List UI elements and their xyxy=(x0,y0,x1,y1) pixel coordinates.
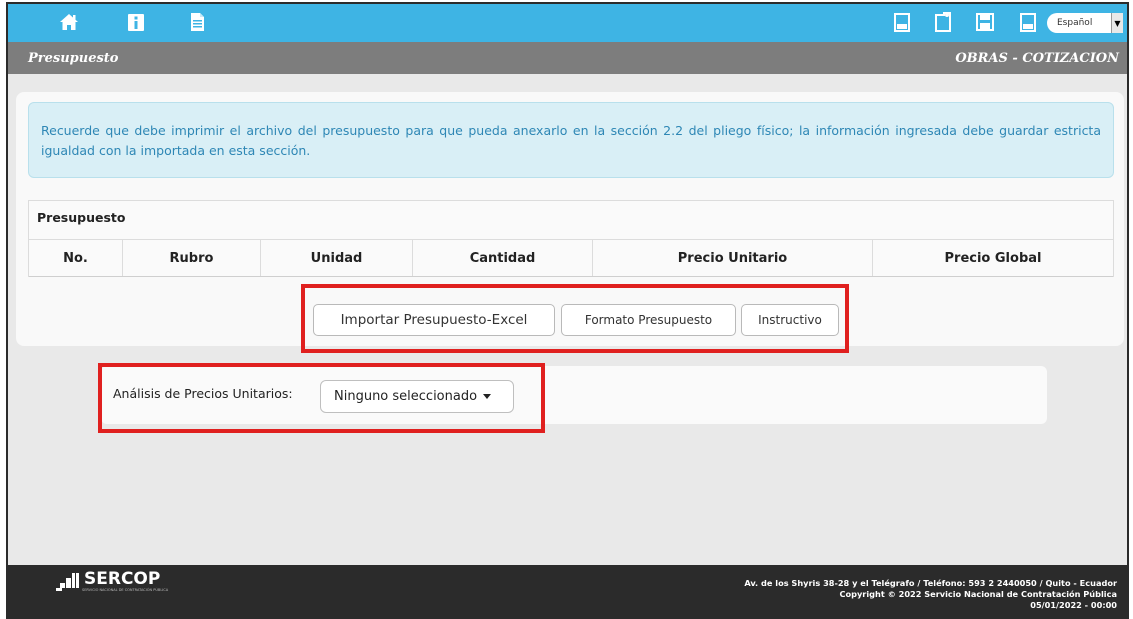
column-header: No. xyxy=(29,240,123,276)
save-icon[interactable] xyxy=(974,11,996,33)
table-title: Presupuesto xyxy=(37,210,126,225)
footer-copyright: Copyright © 2022 Servicio Nacional de Co… xyxy=(839,589,1117,599)
sercop-logo-icon xyxy=(56,573,79,591)
column-header: Rubro xyxy=(123,240,261,276)
section-title: Presupuesto xyxy=(28,51,119,66)
footer-datetime: 05/01/2022 - 00:00 xyxy=(1030,600,1117,610)
footer-info: Av. de los Shyris 38-28 y el Telégrafo /… xyxy=(744,578,1117,611)
pdf-icon[interactable] xyxy=(891,11,913,33)
pdf-icon[interactable] xyxy=(1017,11,1039,33)
info-icon[interactable] xyxy=(125,11,147,33)
table-header: No. Rubro Unidad Cantidad Precio Unitari… xyxy=(29,239,1113,277)
highlight-box xyxy=(98,363,545,433)
column-header: Precio Global xyxy=(944,250,1042,266)
language-value: Español xyxy=(1057,18,1093,28)
document-icon[interactable] xyxy=(186,11,208,33)
logo-tagline: SERVICIO NACIONAL DE CONTRATACIÓN PÚBLIC… xyxy=(82,588,169,592)
top-toolbar: Español ▼ xyxy=(8,4,1127,42)
highlight-box xyxy=(301,284,849,353)
footer: SERCOP SERVICIO NACIONAL DE CONTRATACIÓN… xyxy=(8,565,1127,617)
info-alert: Recuerde que debe imprimir el archivo de… xyxy=(28,102,1114,178)
footer-address: Av. de los Shyris 38-28 y el Telégrafo /… xyxy=(744,578,1117,588)
budget-table: Presupuesto No. Rubro Unidad Cantidad Pr… xyxy=(28,200,1114,277)
home-icon[interactable] xyxy=(58,11,80,33)
section-header: Presupuesto OBRAS - COTIZACION xyxy=(8,42,1127,74)
column-header: Cantidad xyxy=(413,240,593,276)
chevron-down-icon[interactable]: ▼ xyxy=(1111,13,1123,33)
file-icon[interactable] xyxy=(932,11,954,33)
column-header: Unidad xyxy=(261,240,413,276)
app-frame: Español ▼ Presupuesto OBRAS - COTIZACION… xyxy=(6,2,1129,619)
logo-text: SERCOP xyxy=(84,569,161,589)
language-select[interactable]: Español ▼ xyxy=(1047,13,1123,33)
column-header: Precio Unitario xyxy=(593,240,873,276)
process-type: OBRAS - COTIZACION xyxy=(955,51,1119,66)
sercop-logo: SERCOP SERVICIO NACIONAL DE CONTRATACIÓN… xyxy=(56,569,168,593)
